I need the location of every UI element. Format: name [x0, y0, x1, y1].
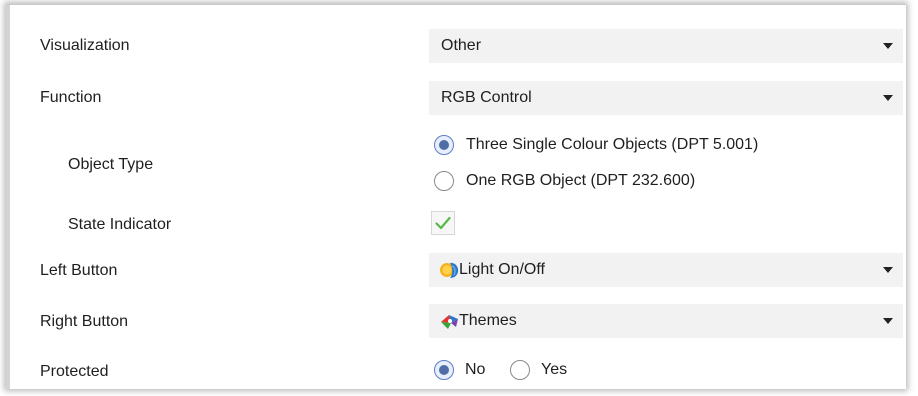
- right-button-dropdown[interactable]: Themes: [429, 304, 903, 338]
- function-dropdown[interactable]: RGB Control: [429, 81, 903, 115]
- object-type-radio-one-rgb[interactable]: [434, 171, 454, 191]
- chevron-down-icon: [883, 267, 893, 273]
- parameter-panel: Visualization Other Function RGB Control…: [6, 4, 906, 389]
- right-button-value: Themes: [459, 312, 517, 329]
- chevron-down-icon: [883, 95, 893, 101]
- protected-option-no[interactable]: No: [465, 361, 485, 379]
- checkmark-icon: [435, 216, 451, 230]
- visualization-dropdown[interactable]: Other: [429, 29, 903, 63]
- function-value: RGB Control: [441, 89, 532, 106]
- protected-label: Protected: [40, 363, 109, 380]
- themes-palette-icon: [441, 315, 458, 329]
- right-button-label: Right Button: [40, 313, 129, 330]
- visualization-label: Visualization: [40, 37, 130, 54]
- protected-radio-yes[interactable]: [510, 360, 530, 380]
- visualization-value: Other: [441, 37, 482, 54]
- protected-option-yes[interactable]: Yes: [541, 361, 567, 379]
- left-button-label: Left Button: [40, 262, 118, 279]
- left-button-value: Light On/Off: [459, 261, 545, 278]
- light-bulb-sun-icon: [440, 262, 459, 278]
- chevron-down-icon: [883, 318, 893, 324]
- object-type-option-three-single[interactable]: Three Single Colour Objects (DPT 5.001): [466, 136, 758, 154]
- state-indicator-checkbox[interactable]: [431, 211, 455, 235]
- protected-radio-no[interactable]: [434, 360, 454, 380]
- chevron-down-icon: [883, 43, 893, 49]
- function-label: Function: [40, 89, 102, 106]
- object-type-option-one-rgb[interactable]: One RGB Object (DPT 232.600): [466, 172, 695, 190]
- panel-left-edge: [6, 5, 10, 389]
- state-indicator-label: State Indicator: [68, 216, 172, 233]
- object-type-label: Object Type: [68, 156, 154, 173]
- object-type-radio-three-single[interactable]: [434, 135, 454, 155]
- left-button-dropdown[interactable]: Light On/Off: [429, 253, 903, 287]
